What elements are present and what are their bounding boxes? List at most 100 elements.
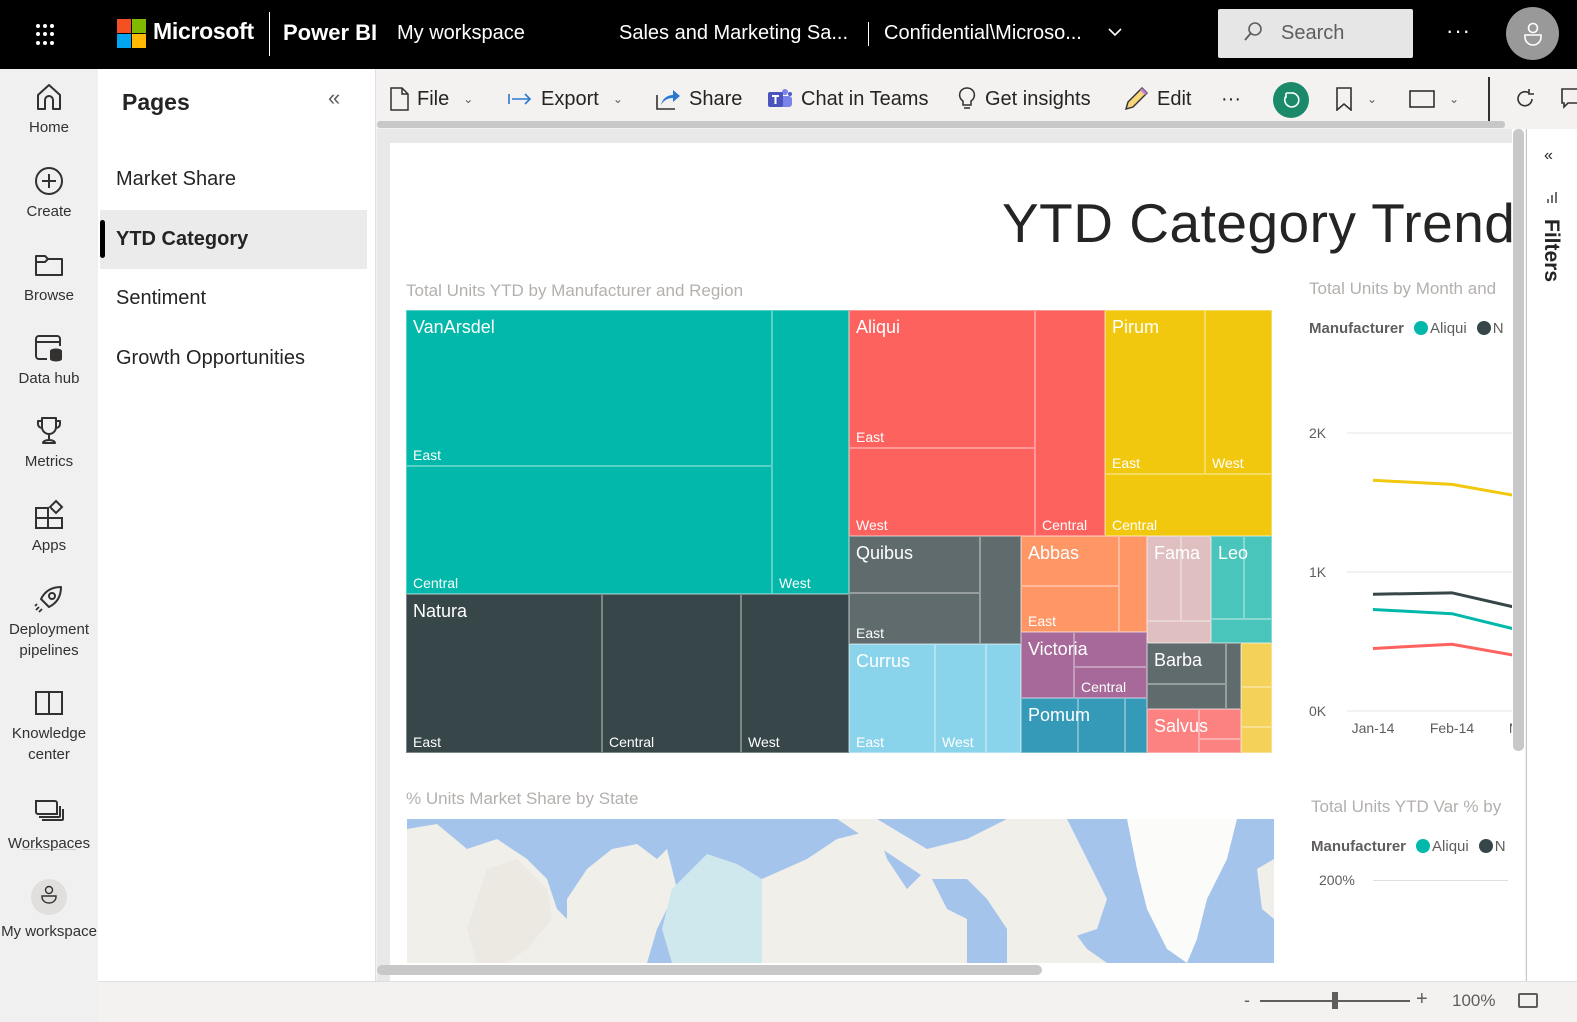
fit-to-page-icon[interactable] — [1518, 993, 1538, 1008]
treemap-cell[interactable]: Leo — [1211, 536, 1248, 619]
treemap-cell[interactable]: Central — [602, 594, 741, 753]
nav-deployment-pipelines[interactable]: Deployment pipelines — [0, 583, 98, 661]
product-name[interactable]: Power BI — [283, 20, 377, 46]
treemap-cell[interactable]: Currus East — [849, 644, 935, 753]
collapse-pages-icon[interactable]: « — [328, 85, 340, 111]
treemap-cell[interactable] — [1125, 698, 1147, 753]
treemap-visual[interactable]: VanArsdel East Central West Natura East Centra… — [406, 310, 1272, 753]
report-name[interactable]: Sales and Marketing Sa... — [619, 22, 848, 45]
chevron-down-icon[interactable] — [1107, 24, 1123, 42]
filters-label: Filters — [1540, 219, 1563, 283]
workspace-link[interactable]: My workspace — [397, 22, 525, 45]
nav-create[interactable]: Create — [0, 165, 98, 222]
treemap-cell[interactable] — [1226, 643, 1241, 709]
treemap-cell[interactable]: Salvus — [1147, 709, 1208, 753]
treemap-cell[interactable]: Central — [1035, 310, 1105, 536]
treemap-cell[interactable]: Pirum East — [1105, 310, 1205, 474]
zoom-in-button[interactable]: + — [1416, 988, 1428, 1011]
legend-item[interactable]: Aliqui — [1432, 838, 1469, 855]
nav-browse[interactable]: Browse — [0, 249, 98, 306]
treemap-cell[interactable]: Victoria — [1021, 632, 1088, 698]
page-tab-ytd-category[interactable]: YTD Category — [100, 210, 367, 269]
treemap-cell[interactable] — [1244, 536, 1272, 619]
zoom-slider-handle[interactable] — [1332, 992, 1338, 1009]
treemap-cell[interactable]: Aliqui East — [849, 310, 1035, 448]
bookmark-button[interactable]: ⌄ — [1335, 85, 1377, 113]
treemap-cell[interactable]: Fama — [1147, 536, 1200, 621]
chat-in-teams-button[interactable]: Chat in Teams — [767, 85, 928, 113]
treemap-cell[interactable]: Quibus — [849, 536, 980, 593]
treemap-cell[interactable]: West — [849, 448, 1035, 536]
treemap-cell[interactable] — [1241, 687, 1272, 727]
file-menu-button[interactable]: File ⌄ — [389, 85, 473, 113]
zoom-out-button[interactable]: - — [1244, 990, 1250, 1011]
treemap-cell[interactable] — [1147, 684, 1226, 709]
treemap-cell[interactable]: Natura East — [406, 594, 602, 753]
line-series[interactable] — [1372, 608, 1512, 634]
page-tab-sentiment[interactable]: Sentiment — [100, 269, 367, 328]
line-series[interactable] — [1372, 642, 1512, 658]
comment-button[interactable] — [1560, 85, 1577, 113]
treemap-cell[interactable] — [1241, 727, 1272, 753]
app-launcher-icon[interactable] — [36, 24, 58, 46]
treemap-cell[interactable]: Barba — [1147, 643, 1226, 684]
comment-icon — [1561, 88, 1577, 109]
treemap-cell[interactable]: West — [1205, 310, 1272, 474]
treemap-cell[interactable]: West — [772, 310, 849, 594]
reset-button[interactable] — [1273, 82, 1309, 118]
nav-data-hub[interactable]: Data hub — [0, 332, 98, 389]
treemap-cell[interactable] — [1147, 621, 1211, 643]
treemap-cell[interactable]: Central — [406, 466, 772, 594]
more-options-button[interactable]: ··· — [1221, 85, 1241, 113]
treemap-cell[interactable]: East — [1021, 586, 1119, 632]
person-icon — [1524, 22, 1542, 46]
treemap-cell[interactable]: VanArsdel East — [406, 310, 772, 466]
filters-pane[interactable]: « Filters — [1526, 129, 1577, 981]
vertical-scrollbar[interactable] — [1512, 129, 1525, 981]
treemap-cell[interactable] — [980, 536, 1021, 644]
nav-workspaces[interactable]: Workspaces — [0, 797, 98, 854]
edit-button[interactable]: Edit — [1123, 85, 1191, 113]
treemap-cell[interactable]: Central — [1105, 474, 1272, 536]
treemap-cell[interactable]: East — [849, 593, 980, 644]
nav-my-workspace[interactable]: My workspace — [0, 879, 98, 942]
sensitivity-label[interactable]: Confidential\Microso... — [884, 22, 1082, 45]
treemap-cell[interactable] — [986, 644, 1021, 753]
share-button[interactable]: Share — [655, 85, 742, 113]
nav-knowledge-center[interactable]: Knowledge center — [0, 687, 98, 765]
horizontal-scrollbar[interactable] — [377, 965, 1042, 975]
treemap-cell[interactable]: Central — [1074, 667, 1147, 698]
treemap-cell[interactable] — [1119, 536, 1147, 632]
search-input[interactable]: Search — [1281, 22, 1344, 45]
divider — [868, 22, 869, 46]
get-insights-button[interactable]: Get insights — [957, 85, 1091, 113]
treemap-region-label: Central — [1081, 679, 1127, 695]
line-series[interactable] — [1372, 591, 1512, 611]
treemap-cell[interactable]: West — [935, 644, 986, 753]
treemap-cell[interactable]: Abbas — [1021, 536, 1119, 586]
search-box[interactable]: Search — [1218, 9, 1413, 58]
expand-filters-icon[interactable]: « — [1544, 147, 1553, 165]
line-chart-visual[interactable]: Total Units by Month and Manufacturer Ali… — [1295, 143, 1512, 763]
refresh-button[interactable] — [1514, 85, 1536, 113]
treemap-cell[interactable]: Pomum — [1021, 698, 1090, 753]
treemap-cell[interactable]: West — [741, 594, 849, 753]
nav-apps[interactable]: Apps — [0, 499, 98, 556]
export-menu-button[interactable]: Export ⌄ — [507, 85, 623, 113]
treemap-cell[interactable] — [1199, 739, 1241, 753]
map-visual[interactable] — [407, 819, 1274, 963]
treemap-cell[interactable] — [1241, 643, 1272, 687]
page-tab-market-share[interactable]: Market Share — [100, 150, 367, 209]
more-options-button[interactable]: ··· — [1446, 18, 1471, 44]
scrollbar-thumb[interactable] — [1513, 129, 1524, 751]
page-tab-growth-opportunities[interactable]: Growth Opportunities — [100, 329, 367, 388]
treemap-group-label: Victoria — [1028, 639, 1088, 659]
nav-metrics[interactable]: Metrics — [0, 415, 98, 472]
view-button[interactable]: ⌄ — [1409, 85, 1459, 113]
account-avatar[interactable] — [1506, 7, 1559, 60]
line-series[interactable] — [1372, 478, 1512, 498]
treemap-cell[interactable] — [1211, 619, 1272, 643]
nav-home[interactable]: Home — [0, 81, 98, 138]
legend-item[interactable]: N — [1495, 838, 1506, 855]
toolbar-scrollbar[interactable] — [377, 121, 1505, 128]
